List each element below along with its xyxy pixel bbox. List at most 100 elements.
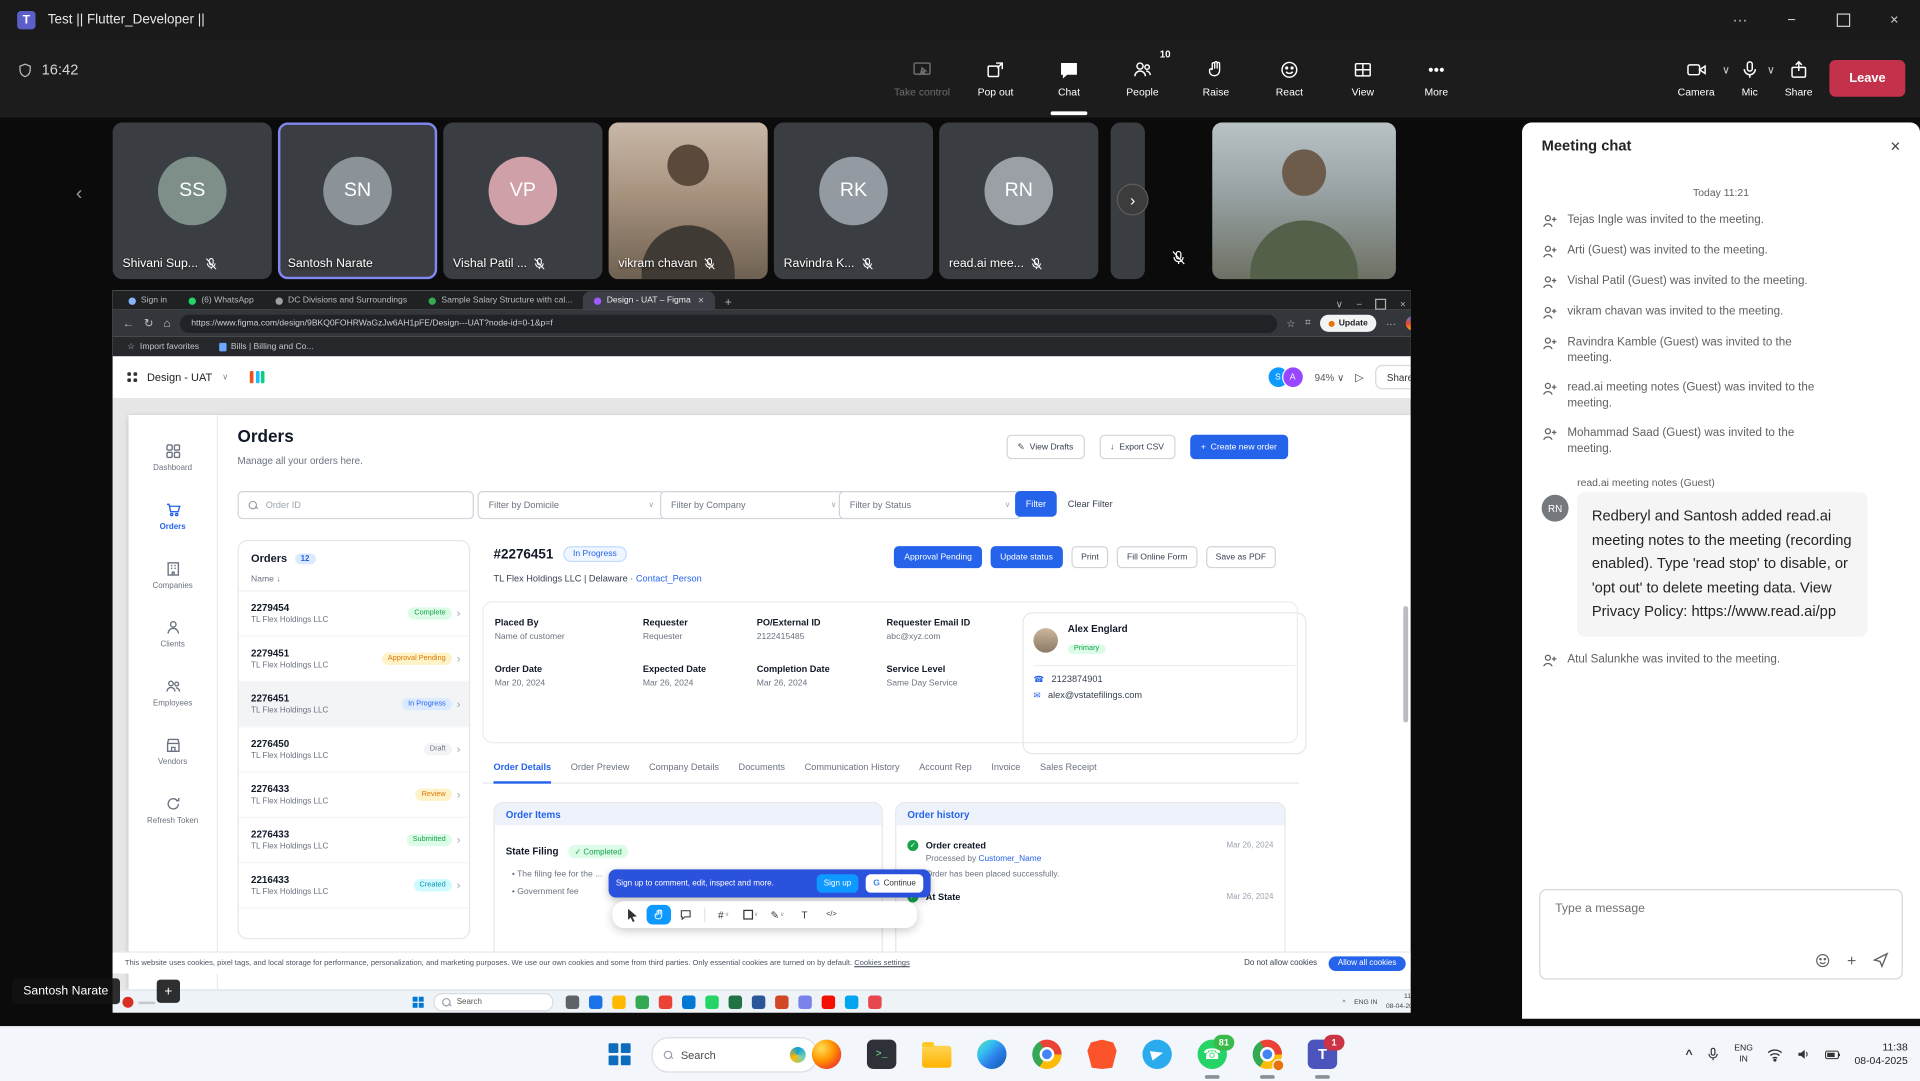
frame-tool-icon[interactable]: #∨ [711, 905, 735, 925]
taskbar-app-icon[interactable] [977, 1040, 1006, 1069]
taskbar-app-icon[interactable]: ☎ 81 [1198, 1040, 1227, 1069]
shape-tool-icon[interactable]: ∨ [738, 905, 762, 925]
more-button[interactable]: More [1406, 47, 1467, 111]
detail-action-button[interactable]: Print [1071, 546, 1108, 568]
browser-minimize-icon[interactable]: − [1356, 299, 1362, 310]
refresh-icon[interactable]: ↻ [144, 317, 154, 330]
app-icon[interactable] [612, 996, 625, 1009]
screen-share-region[interactable]: Sign in × (6) WhatsApp × DC Divisions an [113, 290, 1411, 1012]
battery-icon[interactable] [1824, 1049, 1841, 1060]
order-id-input[interactable]: Order ID [238, 491, 474, 519]
figma-share-button[interactable]: Share [1375, 365, 1411, 389]
browser-profile-icon[interactable] [1406, 316, 1411, 331]
app-icon[interactable] [868, 996, 881, 1009]
send-icon[interactable] [1872, 951, 1889, 968]
browser-menu-icon[interactable]: ··· [1386, 318, 1396, 329]
leave-button[interactable]: Leave [1830, 60, 1906, 97]
chat-button[interactable]: Chat [1038, 47, 1099, 111]
filter-domicile-select[interactable]: Filter by Domicile∨ [478, 491, 665, 519]
order-row[interactable]: 2216433 TL Flex Holdings LLC Created › [239, 863, 469, 908]
sidebar-item-employees[interactable]: Employees [133, 666, 211, 720]
detail-tab[interactable]: Invoice [991, 762, 1020, 783]
taskbar-app-icon[interactable] [1253, 1040, 1282, 1069]
code-tool-icon[interactable]: </> [819, 905, 843, 925]
app-icon[interactable] [845, 996, 858, 1009]
browser-maximize-icon[interactable] [1376, 299, 1387, 310]
mic-button[interactable]: Mic [1740, 47, 1760, 111]
order-row[interactable]: 2276450 TL Flex Holdings LLC Draft › [239, 727, 469, 772]
back-icon[interactable]: ← [122, 317, 134, 330]
figma-menu-icon[interactable] [127, 372, 137, 382]
browser-close-icon[interactable]: × [1400, 299, 1406, 310]
clear-filter-button[interactable]: Clear Filter [1068, 498, 1113, 509]
camera-button[interactable]: Camera [1678, 47, 1715, 111]
page-scrollbar[interactable] [1403, 606, 1408, 722]
name-column-header[interactable]: Name ↓ [239, 573, 469, 591]
order-row[interactable]: 2276451 TL Flex Holdings LLC In Progress… [239, 682, 469, 727]
filter-status-select[interactable]: Filter by Status∨ [839, 491, 1021, 519]
order-row[interactable]: 2279451 TL Flex Holdings LLC Approval Pe… [239, 637, 469, 682]
sidebar-item-refresh-token[interactable]: Refresh Token [133, 784, 211, 838]
app-icon[interactable] [682, 996, 695, 1009]
wifi-icon[interactable] [1766, 1048, 1782, 1061]
strip-prev-chevron[interactable]: ‹ [76, 184, 83, 206]
taskbar-app-icon[interactable] [1142, 1040, 1171, 1069]
participant-tile[interactable]: vikram chavan [609, 122, 768, 279]
detail-tab[interactable]: Company Details [649, 762, 719, 783]
people-button[interactable]: 10 People [1112, 47, 1173, 111]
desktop-clock[interactable]: 11:3808-04-2025 [1386, 994, 1411, 1011]
browser-tab[interactable]: (6) WhatsApp × [178, 291, 265, 309]
app-icon[interactable] [566, 996, 579, 1009]
widgets-button[interactable] [122, 997, 155, 1008]
participant-tile[interactable]: SN Santosh Narate [278, 122, 437, 279]
share-button[interactable]: Share [1785, 47, 1813, 111]
detail-action-button[interactable]: Update status [990, 546, 1062, 568]
detail-action-button[interactable]: Fill Online Form [1117, 546, 1197, 568]
emoji-icon[interactable] [1815, 952, 1831, 968]
extensions-icon[interactable]: ⌗ [1305, 317, 1311, 329]
chat-close-icon[interactable]: × [1890, 136, 1900, 156]
contact-phone-row[interactable]: ☎2123874901 [1033, 673, 1295, 684]
app-icon[interactable] [775, 996, 788, 1009]
url-field[interactable]: https://www.figma.com/design/9BKQ0FOHRWa… [180, 314, 1276, 332]
taskbar-app-icon[interactable] [922, 1045, 951, 1067]
app-icon[interactable] [798, 996, 811, 1009]
sign-up-button[interactable]: Sign up [816, 874, 858, 892]
order-row[interactable]: 2276433 TL Flex Holdings LLC Submitted › [239, 818, 469, 863]
bookmark-item[interactable]: ☆Import favorites [127, 342, 199, 352]
app-icon[interactable] [589, 996, 602, 1009]
app-icon[interactable] [705, 996, 718, 1009]
detail-tab[interactable]: Account Rep [919, 762, 972, 783]
app-icon[interactable] [752, 996, 765, 1009]
hand-tool-icon[interactable] [647, 905, 671, 925]
detail-action-button[interactable]: Approval Pending [894, 546, 981, 568]
app-icon[interactable] [636, 996, 649, 1009]
pop-out-button[interactable]: Pop out [965, 47, 1026, 111]
google-continue-button[interactable]: GContinue [866, 874, 923, 892]
window-maximize-button[interactable] [1817, 0, 1868, 39]
strip-next-chevron[interactable]: › [1117, 184, 1149, 216]
deny-cookies-button[interactable]: Do not allow cookies [1244, 959, 1317, 968]
participant-tile[interactable]: RK Ravindra K... [774, 122, 933, 279]
browser-tab[interactable]: Sign in × [118, 291, 178, 309]
new-tab-button[interactable]: + [725, 296, 732, 309]
attach-plus-icon[interactable]: + [1847, 952, 1856, 968]
allow-cookies-button[interactable]: Allow all cookies [1328, 956, 1406, 971]
taskbar-app-icon[interactable] [1087, 1040, 1116, 1069]
volume-icon[interactable] [1796, 1047, 1811, 1062]
sidebar-item-dashboard[interactable]: Dashboard [133, 431, 211, 485]
pen-tool-icon[interactable]: ✎∨ [765, 905, 789, 925]
app-icon[interactable] [729, 996, 742, 1009]
message-input[interactable] [1540, 890, 1894, 928]
detail-tab[interactable]: Order Preview [571, 762, 630, 783]
participant-tile[interactable]: SS Shivani Sup... [113, 122, 272, 279]
comment-tool-icon[interactable] [673, 905, 697, 925]
detail-action-button[interactable]: Save as PDF [1206, 546, 1276, 568]
view-drafts-button[interactable]: ✎View Drafts [1007, 435, 1085, 459]
favorite-star-icon[interactable]: ☆ [1286, 318, 1295, 329]
taskbar-search-box[interactable]: Search [651, 1037, 818, 1073]
create-new-order-button[interactable]: +Create new order [1190, 435, 1288, 459]
view-button[interactable]: View [1332, 47, 1393, 111]
filter-company-select[interactable]: Filter by Company∨ [660, 491, 847, 519]
edge-update-button[interactable]: Update [1320, 315, 1376, 332]
